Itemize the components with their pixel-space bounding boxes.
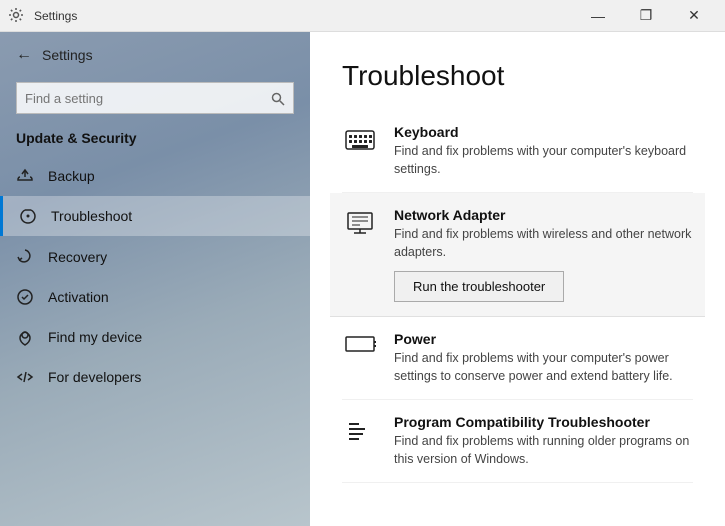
sidebar-item-troubleshoot[interactable]: Troubleshoot [0,196,310,236]
run-troubleshooter-button[interactable]: Run the troubleshooter [394,271,564,302]
recovery-icon [16,247,34,265]
network-item-desc: Find and fix problems with wireless and … [394,226,693,261]
title-bar: Settings — ❐ ✕ [0,0,725,32]
sidebar-back[interactable]: ← Settings [0,32,310,78]
sidebar: ← Settings Update & Security B [0,32,310,526]
sidebar-item-find-my-device-label: Find my device [48,329,142,345]
search-icon [271,90,285,106]
sidebar-item-recovery-label: Recovery [48,249,107,265]
troubleshoot-item-network: Network Adapter Find and fix problems wi… [330,193,705,317]
settings-icon [8,7,24,25]
troubleshoot-icon [19,207,37,225]
sidebar-item-backup[interactable]: Backup [0,156,310,196]
power-item-text: Power Find and fix problems with your co… [394,331,693,385]
minimize-button[interactable]: — [575,0,621,32]
maximize-button[interactable]: ❐ [623,0,669,32]
network-item-text: Network Adapter Find and fix problems wi… [394,207,693,302]
sidebar-item-for-developers[interactable]: For developers [0,357,310,397]
title-bar-title: Settings [34,9,77,23]
power-item-name: Power [394,331,693,347]
sidebar-item-backup-label: Backup [48,168,95,184]
power-icon [342,331,378,355]
sidebar-search-container [16,82,294,114]
network-adapter-icon [342,207,378,237]
troubleshoot-item-power: Power Find and fix problems with your co… [342,317,693,400]
sidebar-section-title: Update & Security [0,126,310,156]
sidebar-item-for-developers-label: For developers [48,369,141,385]
sidebar-item-troubleshoot-label: Troubleshoot [51,208,132,224]
troubleshoot-item-compat: Program Compatibility Troubleshooter Fin… [342,400,693,483]
troubleshoot-item-keyboard: Keyboard Find and fix problems with your… [342,110,693,193]
title-bar-left: Settings [8,7,77,25]
search-input[interactable] [25,91,271,106]
compat-item-text: Program Compatibility Troubleshooter Fin… [394,414,693,468]
find-device-icon [16,328,34,346]
sidebar-item-recovery[interactable]: Recovery [0,236,310,276]
network-item-name: Network Adapter [394,207,693,223]
back-arrow-icon: ← [16,46,32,64]
backup-icon [16,167,34,185]
compat-item-name: Program Compatibility Troubleshooter [394,414,693,430]
activation-icon [16,288,34,306]
sidebar-item-find-my-device[interactable]: Find my device [0,317,310,357]
keyboard-icon [342,124,378,154]
page-title: Troubleshoot [342,60,693,92]
compat-icon [342,414,378,446]
keyboard-item-desc: Find and fix problems with your computer… [394,143,693,178]
main-area: ← Settings Update & Security B [0,32,725,526]
developers-icon [16,368,34,386]
compat-item-desc: Find and fix problems with running older… [394,433,693,468]
sidebar-item-activation[interactable]: Activation [0,277,310,317]
sidebar-item-activation-label: Activation [48,289,109,305]
title-bar-controls: — ❐ ✕ [575,0,717,32]
power-item-desc: Find and fix problems with your computer… [394,350,693,385]
close-button[interactable]: ✕ [671,0,717,32]
sidebar-back-label: Settings [42,47,93,63]
keyboard-item-name: Keyboard [394,124,693,140]
content-panel: Troubleshoot [310,32,725,526]
keyboard-item-text: Keyboard Find and fix problems with your… [394,124,693,178]
